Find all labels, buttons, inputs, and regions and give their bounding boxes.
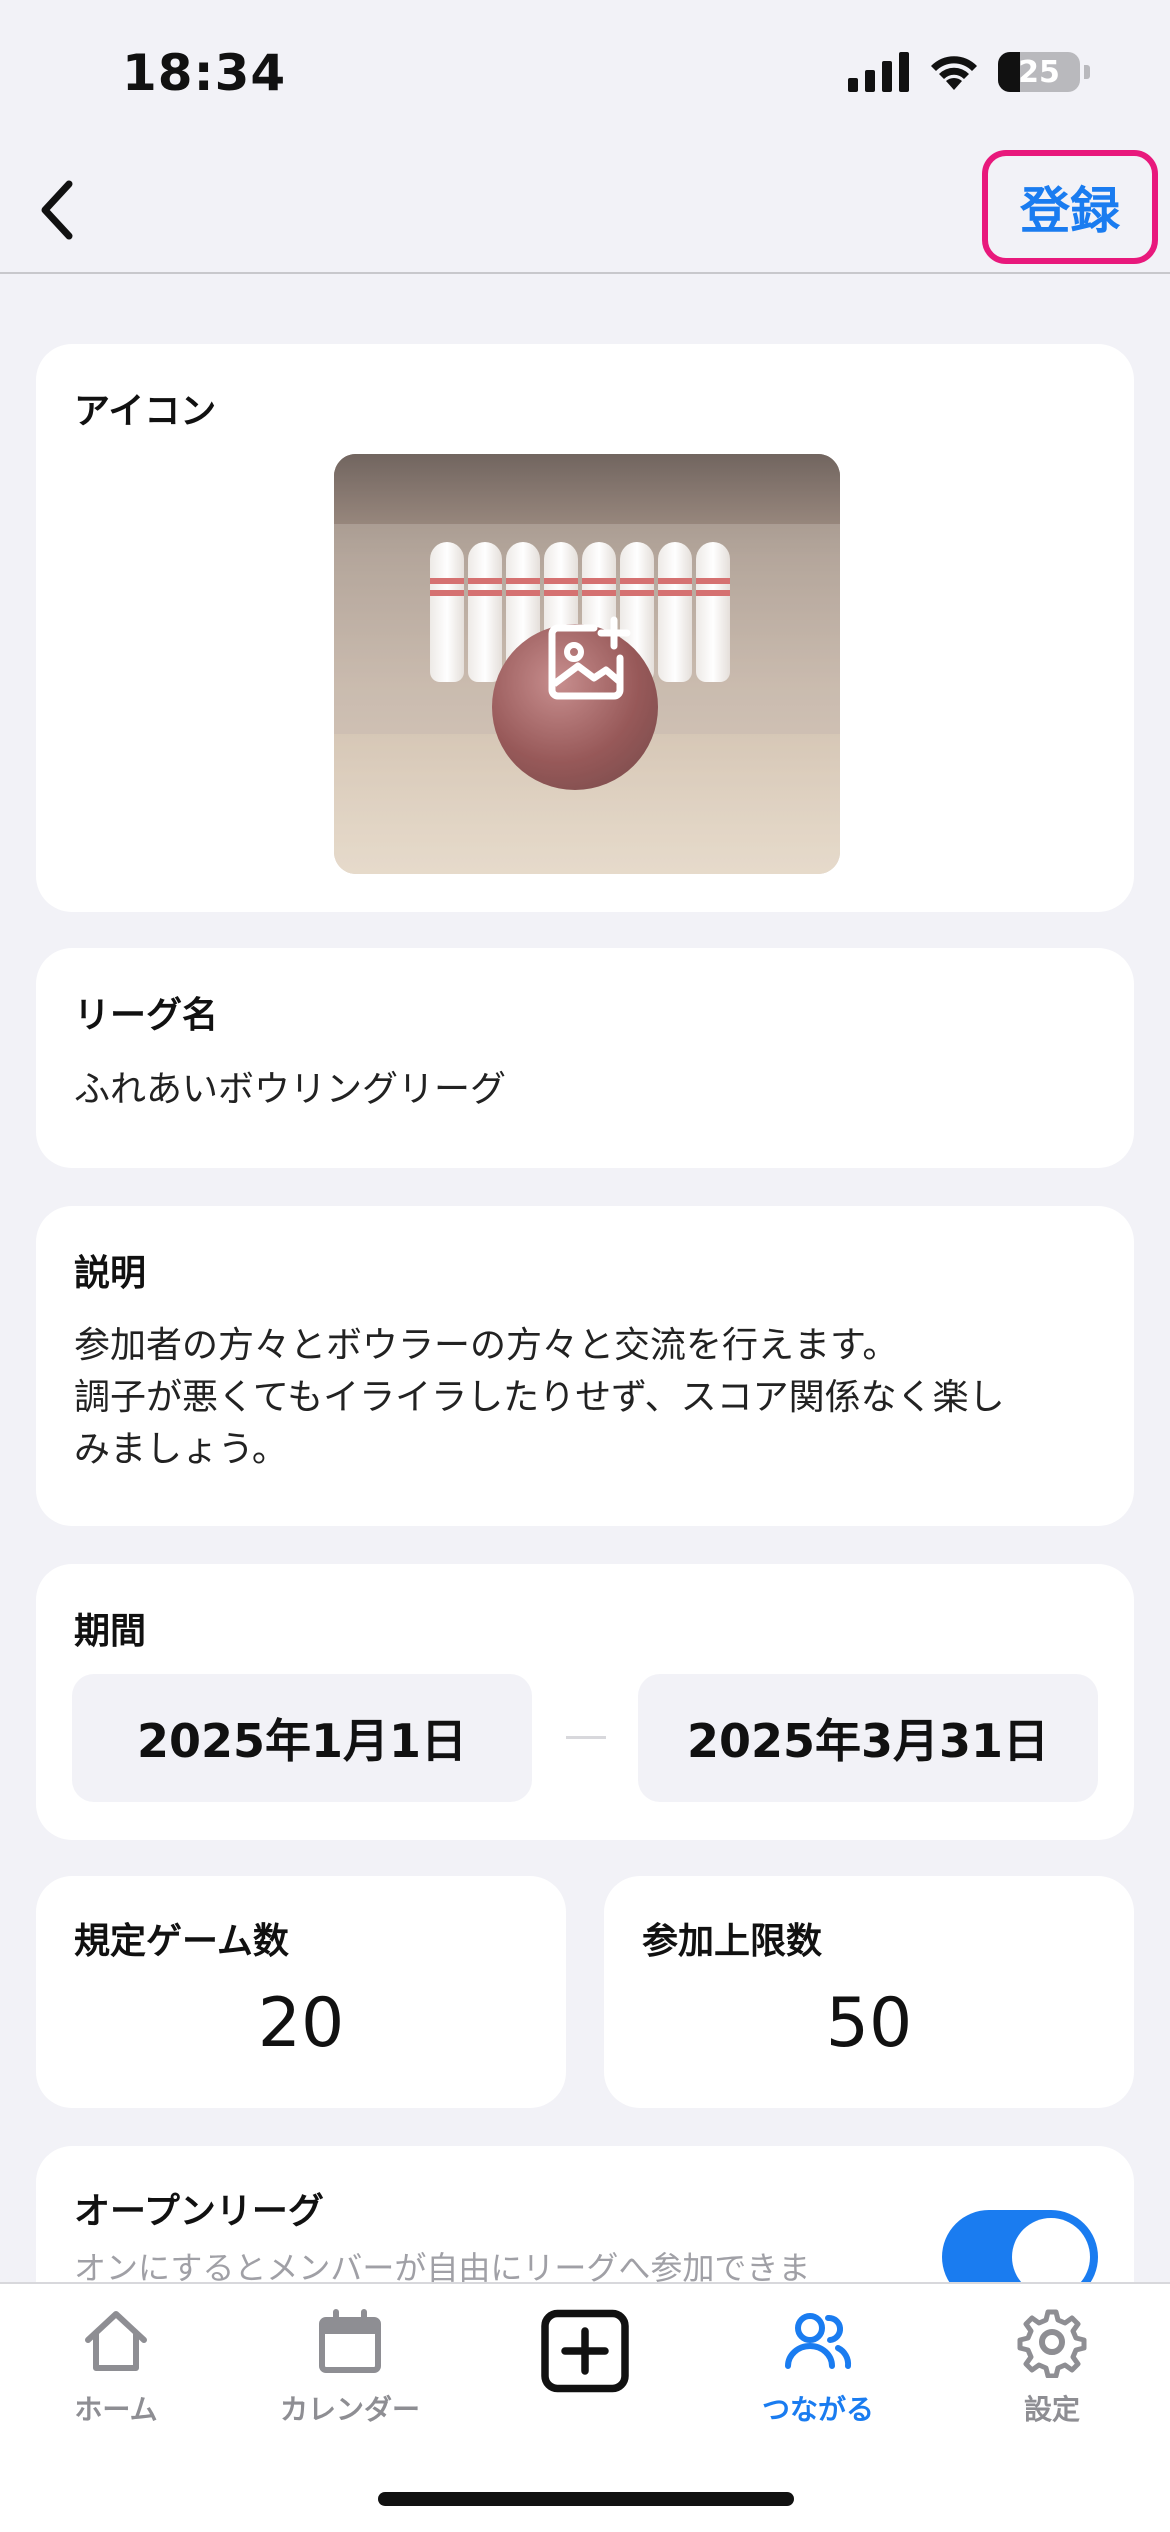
- open-league-label: オープンリーグ: [74, 2191, 324, 2232]
- tab-calendar[interactable]: カレンダー: [250, 2306, 450, 2436]
- status-time: 18:34: [122, 44, 287, 102]
- description-label: 説明: [74, 1253, 147, 1294]
- description-line-2: 調子が悪くてもイライラしたりせず、スコア関係なく楽し: [74, 1377, 1005, 1418]
- start-date-field[interactable]: 2025年1月1日: [72, 1674, 532, 1802]
- home-indicator: [378, 2492, 794, 2506]
- period-label: 期間: [74, 1611, 147, 1652]
- tab-connect[interactable]: つながる: [718, 2306, 918, 2436]
- game-count-card[interactable]: 規定ゲーム数 20: [36, 1876, 566, 2108]
- icon-label: アイコン: [74, 391, 217, 432]
- description-line-3: みましょう。: [74, 1429, 288, 1470]
- game-count-value[interactable]: 20: [36, 1984, 566, 2063]
- league-name-card[interactable]: リーグ名 ふれあいボウリングリーグ: [36, 948, 1134, 1168]
- plus-square-icon: [541, 2309, 629, 2393]
- description-card[interactable]: 説明 参加者の方々とボウラーの方々と交流を行えます。 調子が悪くてもイライラした…: [36, 1206, 1134, 1526]
- chevron-left-icon: [41, 180, 73, 240]
- tab-settings[interactable]: 設定: [952, 2306, 1152, 2436]
- status-icons: 25: [848, 52, 1090, 92]
- gear-icon: [1017, 2309, 1087, 2378]
- league-name-value[interactable]: ふれあいボウリングリーグ: [74, 1064, 506, 1116]
- game-count-label: 規定ゲーム数: [74, 1921, 289, 1962]
- participant-limit-card[interactable]: 参加上限数 50: [604, 1876, 1134, 2108]
- battery-icon: 25: [998, 52, 1080, 92]
- end-date-field[interactable]: 2025年3月31日: [638, 1674, 1098, 1802]
- tab-settings-label: 設定: [1023, 2393, 1080, 2426]
- participant-limit-value[interactable]: 50: [604, 1984, 1134, 2063]
- calendar-icon: [319, 2309, 381, 2373]
- icon-card: アイコン: [36, 344, 1134, 912]
- back-button[interactable]: [22, 170, 92, 250]
- nav-bar: 登録: [0, 140, 1170, 274]
- house-icon: [85, 2311, 147, 2371]
- period-card: 期間 2025年1月1日 2025年3月31日: [36, 1564, 1134, 1840]
- tab-calendar-label: カレンダー: [279, 2393, 420, 2426]
- status-bar: 18:34 25: [0, 0, 1170, 140]
- tab-home[interactable]: ホーム: [16, 2306, 216, 2436]
- battery-tip: [1084, 65, 1090, 79]
- league-name-label: リーグ名: [74, 995, 219, 1036]
- date-separator: [566, 1736, 606, 1739]
- participant-limit-label: 参加上限数: [642, 1921, 823, 1962]
- people-icon: [785, 2313, 852, 2369]
- signal-icon: [848, 52, 909, 92]
- description-line-1: 参加者の方々とボウラーの方々と交流を行えます。: [74, 1325, 899, 1366]
- tab-add[interactable]: [485, 2306, 685, 2436]
- battery-level: 25: [1018, 54, 1060, 90]
- league-icon-image[interactable]: [334, 454, 840, 874]
- register-button[interactable]: 登録: [982, 150, 1158, 264]
- wifi-icon: [931, 56, 977, 90]
- tab-home-label: ホーム: [74, 2393, 158, 2426]
- add-photo-icon[interactable]: [544, 614, 634, 704]
- tab-connect-label: つながる: [761, 2393, 874, 2426]
